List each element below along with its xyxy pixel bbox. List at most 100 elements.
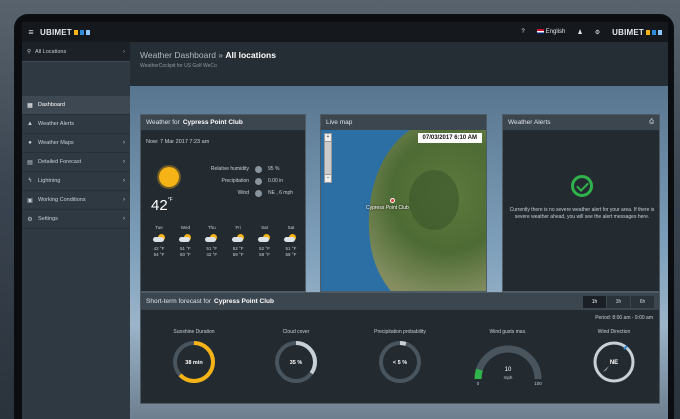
weather-alerts-panel: Weather Alerts ⎙ Currently there is no se… bbox=[502, 114, 660, 292]
precip-probability-gauge: Precipitation probability < 5 % bbox=[355, 329, 445, 385]
tab-6h[interactable]: 6h bbox=[631, 295, 654, 308]
zoom-control[interactable]: + – bbox=[324, 133, 332, 183]
daily-forecast: Tue 42 °F 54 °F Wed 51 °F 60 °F Thu 51 °F 42 °… bbox=[147, 225, 303, 258]
map-location-label: Cypress Point Club bbox=[366, 205, 409, 211]
current-temperature: 42°F bbox=[151, 197, 173, 214]
weather-panel: Weather for Cypress Point Club Now: 7 Mar… bbox=[140, 114, 306, 292]
tab-1h[interactable]: 1h bbox=[583, 295, 606, 308]
cloud-cover-gauge: Cloud cover 35 % bbox=[251, 329, 341, 385]
sidebar-item-detailed-forecast[interactable]: ▤ Detailed Forecast › bbox=[22, 153, 130, 172]
forecast-icon: ▤ bbox=[27, 159, 33, 166]
partly-cloudy-icon bbox=[205, 234, 218, 243]
briefcase-icon: ▣ bbox=[27, 197, 33, 204]
forecast-period: Period: 8:00 am - 9:00 am bbox=[595, 315, 653, 321]
precip-probability-value: < 5 % bbox=[393, 360, 407, 366]
top-bar: ≡ UBIMET ? English ♟ ⚙ UBIMET bbox=[22, 22, 668, 42]
location-marker-icon[interactable] bbox=[390, 198, 395, 203]
sidebar: ⚲ All Locations › ▦ Dashboard ▲ Weather Al… bbox=[22, 42, 130, 419]
chevron-right-icon: › bbox=[123, 159, 125, 165]
map-terrain bbox=[409, 170, 459, 230]
wind-gusts-min: 0 bbox=[477, 381, 480, 385]
wind-direction-value: NE bbox=[610, 360, 618, 366]
sidebar-item-dashboard[interactable]: ▦ Dashboard bbox=[22, 96, 130, 115]
live-map-panel: Live map + – 07/03/2017 6:10 AM Cypress … bbox=[320, 114, 487, 292]
sidebar-item-working-conditions[interactable]: ▣ Working Conditions › bbox=[22, 191, 130, 210]
brand-logo-right: UBIMET bbox=[612, 28, 662, 37]
zoom-out-button[interactable]: – bbox=[325, 175, 331, 182]
map-timestamp: 07/03/2017 6:10 AM bbox=[417, 133, 482, 143]
chevron-right-icon: › bbox=[123, 48, 125, 55]
partly-cloudy-icon bbox=[284, 234, 297, 243]
wind-icon bbox=[255, 189, 262, 197]
tab-3h[interactable]: 3h bbox=[607, 295, 630, 308]
day-forecast: Thu 51 °F 42 °F bbox=[205, 225, 218, 257]
wind-gusts-unit: mph bbox=[504, 375, 513, 380]
menu-icon[interactable]: ≡ bbox=[22, 27, 40, 37]
zoom-slider[interactable] bbox=[325, 141, 331, 175]
location-pin-icon: ⚲ bbox=[27, 48, 32, 55]
live-map[interactable]: + – 07/03/2017 6:10 AM Cypress Point Clu… bbox=[321, 130, 486, 291]
precip-probability-ring: < 5 % bbox=[379, 341, 421, 383]
print-icon[interactable]: ⎙ bbox=[649, 119, 654, 126]
uk-flag-icon bbox=[536, 28, 544, 34]
forecast-title: Short-term forecast for Cypress Point Clu… bbox=[141, 293, 659, 310]
checkmark-icon bbox=[571, 175, 593, 197]
chevron-right-icon: › bbox=[123, 216, 125, 222]
day-forecast: Wed 51 °F 60 °F bbox=[178, 225, 191, 257]
sidebar-item-weather-alerts[interactable]: ▲ Weather Alerts bbox=[22, 115, 130, 134]
precipitation-row: Precipitation 0.00 in bbox=[221, 177, 284, 185]
sidebar-item-settings[interactable]: ⚙ Settings › bbox=[22, 210, 130, 229]
day-forecast: Sat 52 °F 58 °F bbox=[258, 225, 271, 257]
brand-logo: UBIMET bbox=[40, 28, 90, 37]
day-forecast: Sat 51 °F 59 °F bbox=[284, 225, 297, 257]
sun-icon bbox=[159, 167, 179, 187]
page-title: Weather Dashboard » All locations bbox=[140, 50, 276, 60]
day-forecast: Tue 42 °F 54 °F bbox=[152, 225, 166, 257]
partly-cloudy-icon bbox=[231, 234, 245, 243]
location-select[interactable]: ⚲ All Locations › bbox=[22, 42, 130, 62]
background: ≡ UBIMET ? English ♟ ⚙ UBIMET ⚲ All Loca… bbox=[0, 0, 680, 419]
dashboard-icon: ▦ bbox=[27, 102, 33, 109]
current-datetime: Now: 7 Mar 2017 7:23 am bbox=[146, 139, 210, 145]
chevron-right-icon: › bbox=[123, 140, 125, 146]
user-icon[interactable]: ♟ bbox=[577, 29, 582, 36]
wind-gusts-max: 100 bbox=[534, 381, 542, 385]
humidity-icon bbox=[255, 165, 262, 173]
sunshine-ring: 38 min bbox=[173, 341, 215, 383]
gear-icon: ⚙ bbox=[27, 216, 33, 223]
current-stats: Relative humidity 95 % Precipitation 0.00 … bbox=[201, 163, 301, 199]
zoom-in-button[interactable]: + bbox=[325, 134, 331, 141]
settings-icon[interactable]: ⚙ bbox=[595, 29, 600, 36]
sidebar-nav: ▦ Dashboard ▲ Weather Alerts ● Weather Maps… bbox=[22, 96, 130, 229]
partly-cloudy-icon bbox=[258, 234, 271, 243]
lightning-icon: ϟ bbox=[28, 178, 32, 184]
sunshine-value: 38 min bbox=[185, 360, 203, 366]
weather-panel-title: Weather for Cypress Point Club bbox=[141, 115, 305, 130]
day-forecast: Fri 52 °F 59 °F bbox=[231, 225, 245, 257]
page-subtitle: WeatherCockpit for US Golf WeCo bbox=[140, 63, 217, 69]
sidebar-item-lightning[interactable]: ϟ Lightning › bbox=[22, 172, 130, 191]
weather-alerts-title: Weather Alerts ⎙ bbox=[503, 115, 659, 130]
live-map-title: Live map bbox=[321, 115, 486, 130]
wind-gusts-gauge: Wind gusts max. 10 mph 0 100 bbox=[463, 329, 553, 385]
sidebar-item-weather-maps[interactable]: ● Weather Maps › bbox=[22, 134, 130, 153]
chevron-right-icon: › bbox=[123, 197, 125, 203]
wind-row: Wind NE , 6 mph bbox=[237, 189, 294, 197]
sunshine-gauge: Sunshine Duration 38 min bbox=[149, 329, 239, 385]
globe-icon: ● bbox=[28, 140, 32, 146]
main-content: Weather Dashboard » All locations Weathe… bbox=[130, 42, 668, 419]
wind-gusts-arc: 10 mph 0 100 bbox=[474, 345, 542, 385]
partly-cloudy-icon bbox=[152, 234, 166, 243]
language-select[interactable]: English bbox=[536, 28, 565, 35]
precipitation-icon bbox=[255, 177, 262, 185]
humidity-row: Relative humidity 95 % bbox=[210, 165, 280, 173]
wind-direction-gauge: Wind Direction NE bbox=[569, 329, 659, 385]
compass-icon: NE bbox=[593, 341, 635, 383]
cloud-cover-ring: 35 % bbox=[275, 341, 317, 383]
help-icon[interactable]: ? bbox=[521, 29, 524, 35]
cloud-cover-value: 35 % bbox=[290, 360, 303, 366]
chevron-right-icon: › bbox=[123, 178, 125, 184]
forecast-tabs: 1h 3h 6h bbox=[583, 295, 654, 308]
warning-icon: ▲ bbox=[27, 121, 33, 127]
page-header: Weather Dashboard » All locations Weathe… bbox=[130, 42, 668, 86]
